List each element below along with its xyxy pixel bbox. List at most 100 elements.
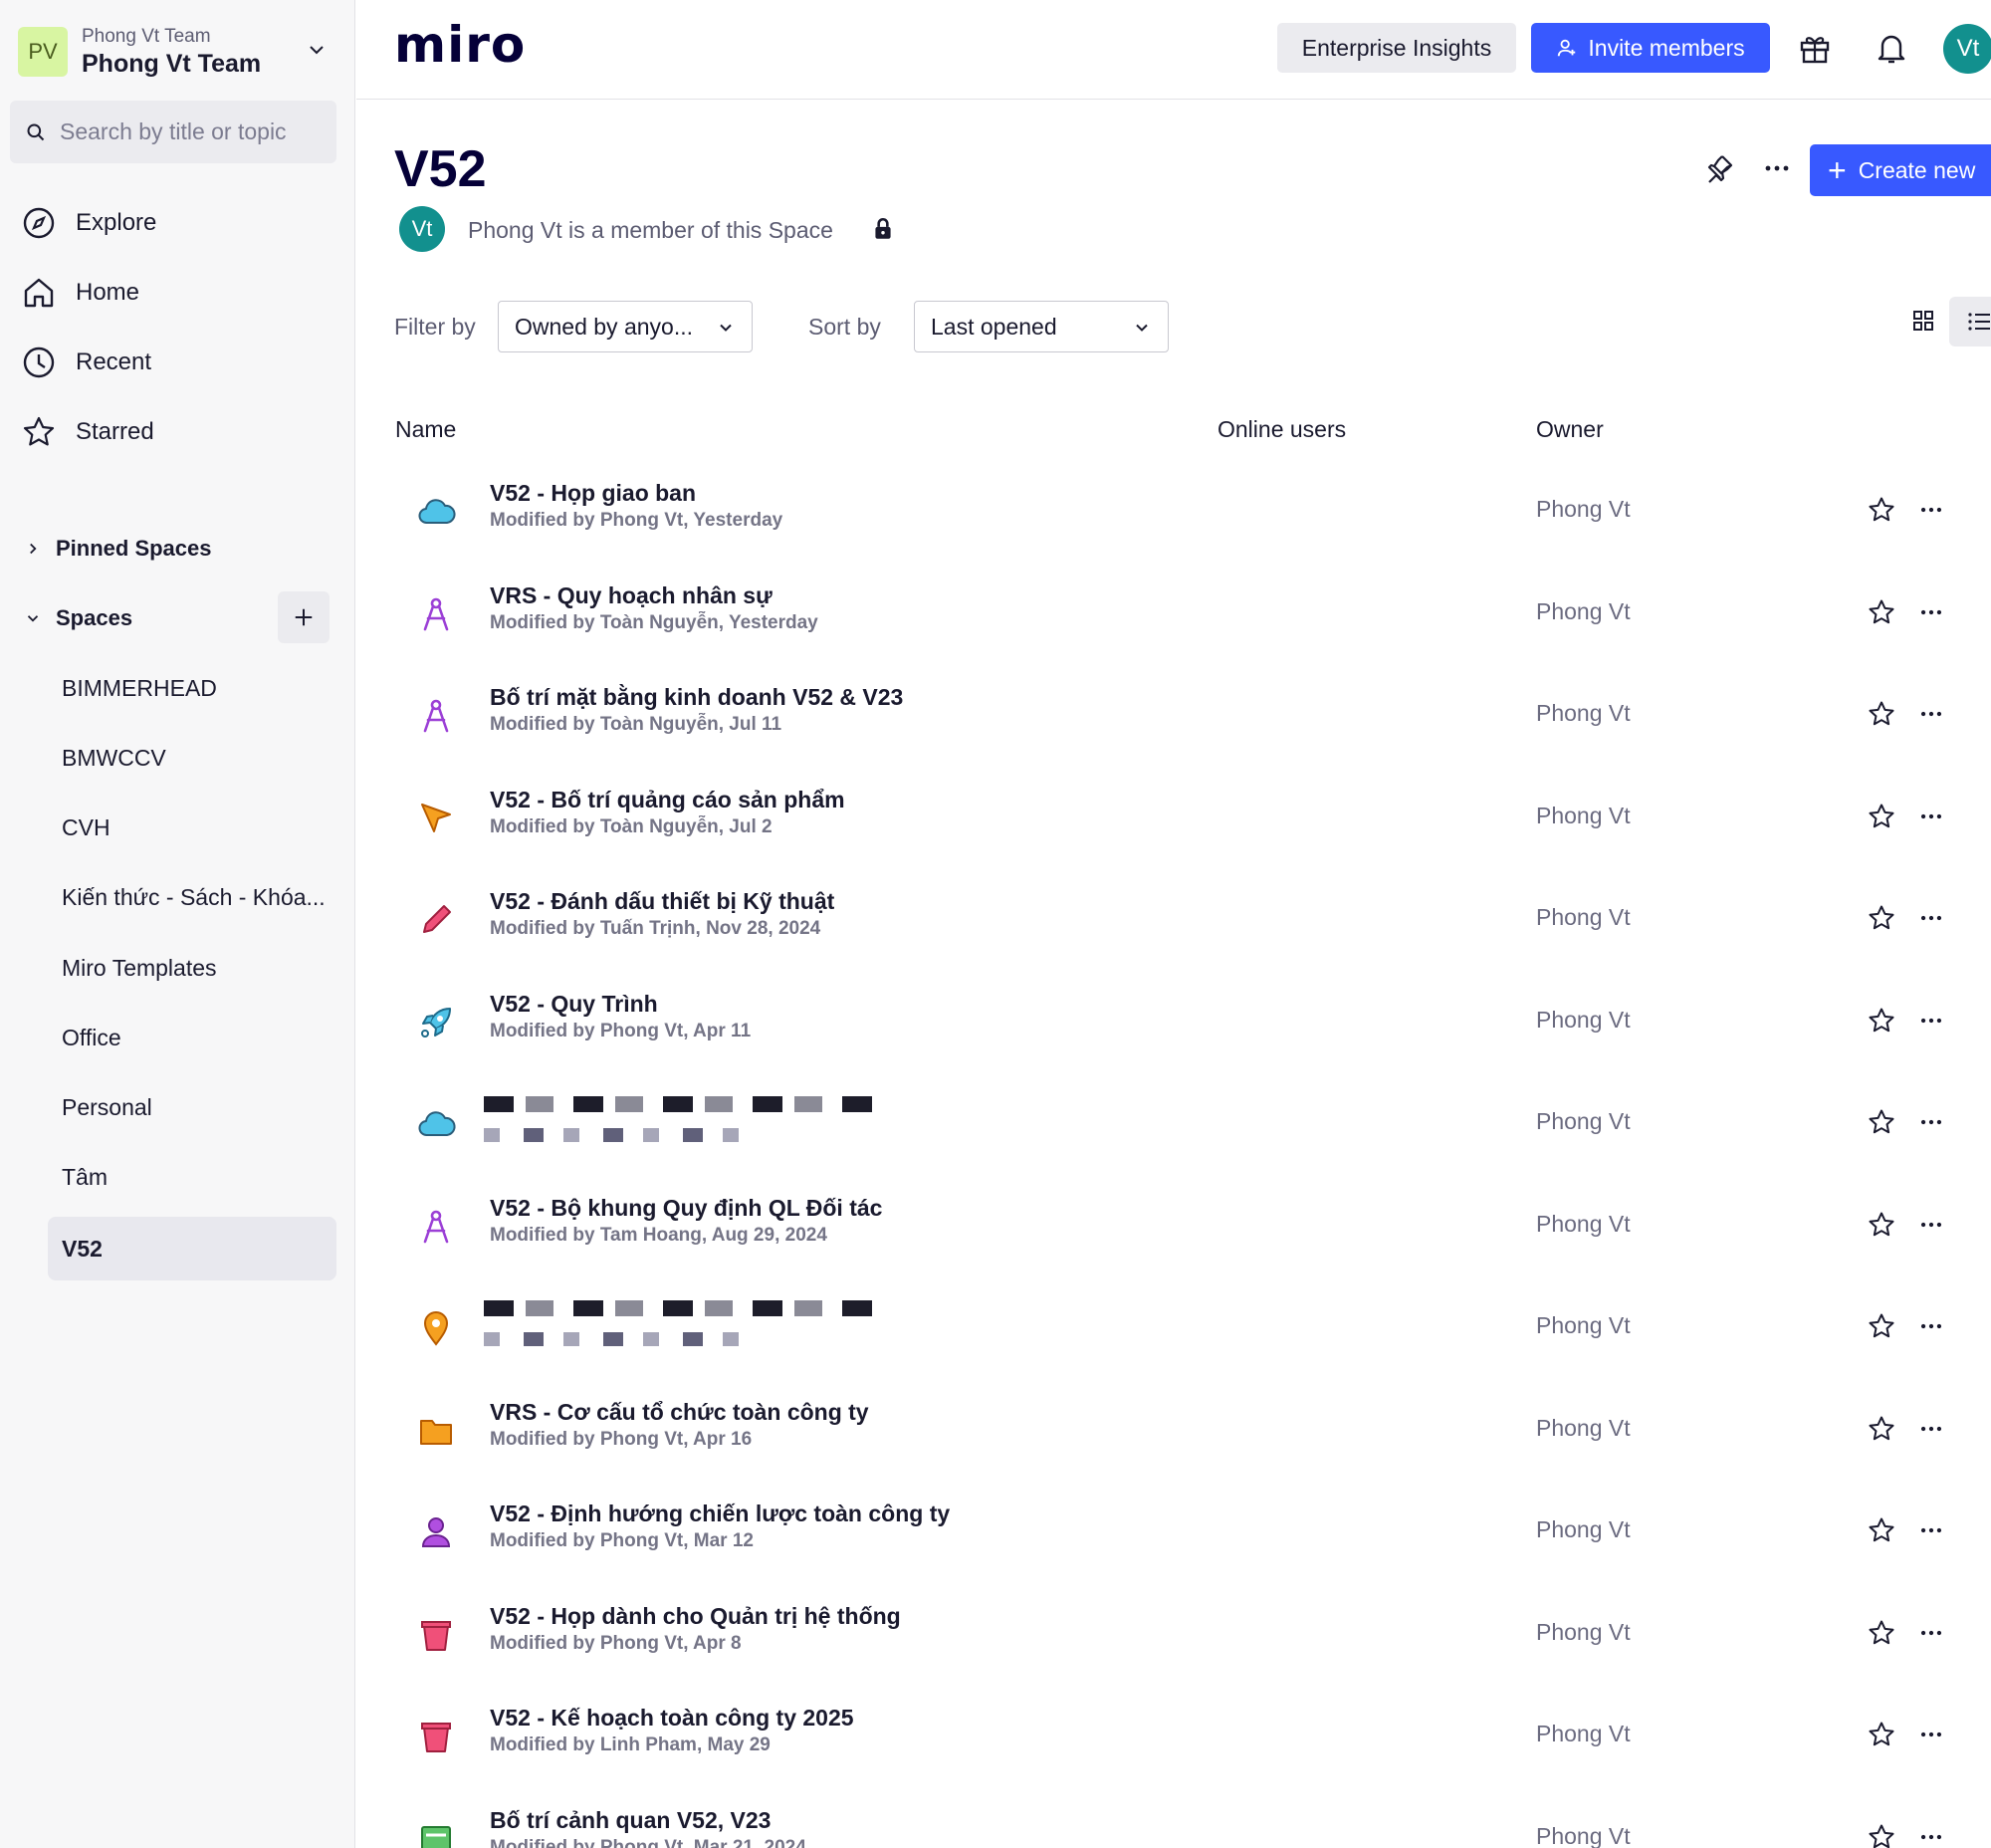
spaces-label: Spaces (56, 605, 133, 630)
board-row[interactable]: VRS - Quy hoạch nhân sự Modified by Toàn … (394, 565, 1991, 666)
board-more-button[interactable] (1913, 799, 1949, 834)
nav-item-recent[interactable]: Recent (22, 338, 336, 387)
board-more-button[interactable] (1913, 1104, 1949, 1140)
star-board-button[interactable] (1864, 1512, 1899, 1548)
gift-button[interactable] (1793, 26, 1837, 70)
board-row[interactable]: V52 - Bộ khung Quy định QL Đối tác Modifi… (394, 1177, 1991, 1278)
list-view-button[interactable] (1949, 297, 1991, 346)
board-row[interactable]: V52 - Họp giao ban Modified by Phong Vt, … (394, 462, 1991, 564)
board-row[interactable]: V52 - Định hướng chiến lược toàn công ty… (394, 1483, 1991, 1584)
member-avatar: Vt (399, 206, 445, 252)
space-item[interactable]: Kiến thức - Sách - Khóa... (48, 865, 336, 929)
nav-label: Home (76, 279, 140, 306)
board-row[interactable]: Bố trí cảnh quan V52, V23 Modified by Pho… (394, 1789, 1991, 1848)
pin-icon (1707, 155, 1733, 183)
board-more-button[interactable] (1913, 696, 1949, 732)
board-more-button[interactable] (1913, 1615, 1949, 1651)
board-title[interactable]: V52 - Họp dành cho Quản trị hệ thống (490, 1603, 901, 1630)
board-title[interactable]: VRS - Quy hoạch nhân sự (490, 582, 773, 609)
star-board-button[interactable] (1864, 1207, 1899, 1243)
nav-item-home[interactable]: Home (22, 268, 336, 318)
star-board-button[interactable] (1864, 1003, 1899, 1039)
space-item[interactable]: CVH (48, 796, 336, 859)
create-new-button[interactable]: + Create new (1810, 144, 1991, 196)
board-more-button[interactable] (1913, 1411, 1949, 1447)
board-more-button[interactable] (1913, 1207, 1949, 1243)
grid-view-button[interactable] (1901, 299, 1945, 343)
board-title[interactable]: V52 - Quy Trình (490, 991, 658, 1018)
board-more-button[interactable] (1913, 594, 1949, 630)
board-row[interactable]: Phong Vt (394, 1278, 1991, 1380)
space-item[interactable]: Office (48, 1006, 336, 1069)
board-row[interactable]: VRS - Cơ cấu tổ chức toàn công ty Modifie… (394, 1381, 1991, 1483)
space-item[interactable]: BMWCCV (48, 726, 336, 790)
miro-logo[interactable]: miro (394, 16, 526, 74)
more-horizontal-icon (1920, 711, 1942, 717)
star-outline-icon (1869, 1517, 1894, 1542)
spaces-toggle[interactable]: Spaces (24, 598, 132, 638)
star-board-button[interactable] (1864, 696, 1899, 732)
board-title[interactable]: V52 - Đánh dấu thiết bị Kỹ thuật (490, 888, 834, 915)
more-horizontal-icon (1920, 1426, 1942, 1431)
invite-members-button[interactable]: Invite members (1531, 23, 1770, 73)
board-title[interactable]: V52 - Họp giao ban (490, 480, 696, 507)
board-title[interactable]: Bố trí mặt bằng kinh doanh V52 & V23 (490, 684, 903, 711)
board-more-button[interactable] (1913, 492, 1949, 528)
space-item[interactable]: Miro Templates (48, 936, 336, 1000)
search-input[interactable] (60, 118, 319, 145)
sort-select[interactable]: Last opened (914, 301, 1169, 352)
space-item[interactable]: Personal (48, 1075, 336, 1139)
team-switcher[interactable]: PV Phong Vt Team Phong Vt Team (18, 24, 336, 80)
pinned-spaces-toggle[interactable]: Pinned Spaces (24, 529, 212, 569)
star-board-button[interactable] (1864, 1717, 1899, 1752)
board-owner: Phong Vt (1536, 1516, 1631, 1542)
star-board-button[interactable] (1864, 799, 1899, 834)
board-row[interactable]: V52 - Bố trí quảng cáo sản phẩm Modified … (394, 769, 1991, 870)
board-title[interactable]: Bố trí cảnh quan V52, V23 (490, 1807, 771, 1834)
search-box[interactable] (10, 101, 336, 163)
board-row[interactable]: Phong Vt (394, 1074, 1991, 1176)
column-header-name[interactable]: Name (395, 416, 456, 443)
space-item[interactable]: BIMMERHEAD (48, 656, 336, 720)
board-title[interactable]: VRS - Cơ cấu tổ chức toàn công ty (490, 1399, 869, 1426)
filter-select[interactable]: Owned by anyo... (498, 301, 753, 352)
star-board-button[interactable] (1864, 1819, 1899, 1848)
nav-item-starred[interactable]: Starred (22, 407, 336, 457)
star-board-button[interactable] (1864, 1615, 1899, 1651)
star-board-button[interactable] (1864, 594, 1899, 630)
star-board-button[interactable] (1864, 1104, 1899, 1140)
space-item[interactable]: Tâm (48, 1145, 336, 1209)
user-avatar[interactable]: Vt (1943, 24, 1991, 74)
board-row[interactable]: V52 - Họp dành cho Quản trị hệ thống Modi… (394, 1585, 1991, 1687)
board-row[interactable]: V52 - Quy Trình Modified by Phong Vt, Apr… (394, 973, 1991, 1074)
star-board-button[interactable] (1864, 1411, 1899, 1447)
pinned-spaces-label: Pinned Spaces (56, 536, 212, 561)
enterprise-insights-button[interactable]: Enterprise Insights (1277, 23, 1516, 73)
star-board-button[interactable] (1864, 1308, 1899, 1344)
nav-item-explore[interactable]: Explore (22, 198, 336, 248)
board-title[interactable]: V52 - Bộ khung Quy định QL Đối tác (490, 1195, 882, 1222)
add-space-button[interactable] (278, 591, 330, 643)
board-title[interactable]: V52 - Bố trí quảng cáo sản phẩm (490, 787, 845, 813)
board-title[interactable]: V52 - Định hướng chiến lược toàn công ty (490, 1501, 950, 1527)
pin-space-button[interactable] (1702, 151, 1736, 190)
nav-label: Starred (76, 418, 154, 445)
column-header-owner[interactable]: Owner (1536, 416, 1604, 443)
board-more-button[interactable] (1913, 1512, 1949, 1548)
space-more-button[interactable] (1760, 151, 1794, 190)
gift-icon (1800, 37, 1830, 64)
space-item-active[interactable]: V52 (48, 1217, 336, 1280)
board-more-button[interactable] (1913, 1003, 1949, 1039)
board-row[interactable]: V52 - Đánh dấu thiết bị Kỹ thuật Modified… (394, 870, 1991, 972)
board-more-button[interactable] (1913, 900, 1949, 936)
board-row[interactable]: V52 - Kế hoạch toàn công ty 2025 Modified… (394, 1687, 1991, 1788)
star-board-button[interactable] (1864, 900, 1899, 936)
board-more-button[interactable] (1913, 1308, 1949, 1344)
board-more-button[interactable] (1913, 1717, 1949, 1752)
cup-icon (416, 1717, 456, 1756)
board-title[interactable]: V52 - Kế hoạch toàn công ty 2025 (490, 1705, 854, 1732)
board-row[interactable]: Bố trí mặt bằng kinh doanh V52 & V23 Modi… (394, 666, 1991, 768)
notifications-button[interactable] (1870, 26, 1913, 70)
star-board-button[interactable] (1864, 492, 1899, 528)
board-more-button[interactable] (1913, 1819, 1949, 1848)
